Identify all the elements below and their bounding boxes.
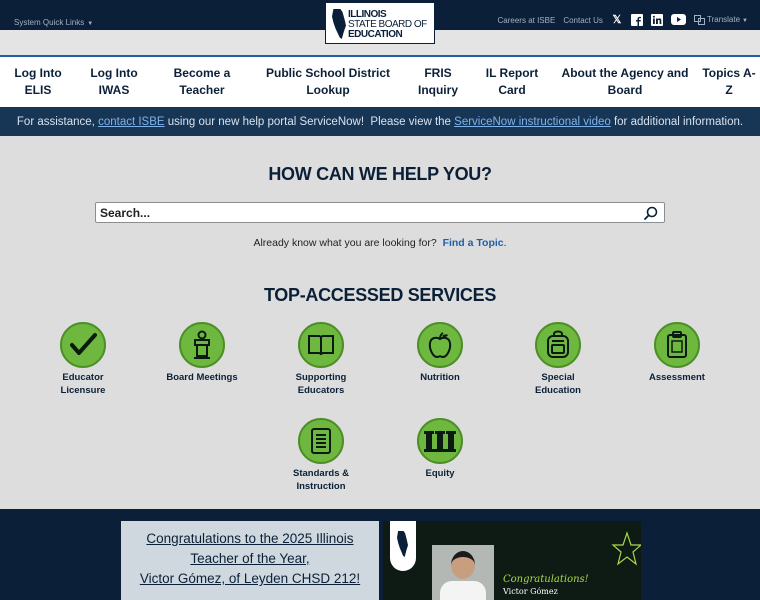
facebook-icon[interactable] — [630, 14, 643, 26]
search-input[interactable] — [100, 205, 620, 221]
apple-icon — [428, 332, 452, 359]
nav-about-the-agency-and-board[interactable]: About the Agency and Board — [560, 65, 690, 99]
nav-fris-inquiry[interactable]: FRIS Inquiry — [410, 65, 466, 99]
x-icon[interactable]: 𝕏 — [611, 14, 623, 26]
careers-link[interactable]: Careers at ISBE — [498, 16, 556, 25]
podium-speaker-icon — [194, 330, 210, 359]
illinois-state-shape-icon — [332, 9, 346, 39]
services-heading: TOP-ACCESSED SERVICES — [263, 285, 497, 305]
checkmark-icon — [70, 333, 97, 355]
backpack-icon — [547, 330, 569, 358]
system-quick-links-dropdown[interactable]: System Quick Links ▼ — [14, 18, 93, 27]
banner-teacher-name: Victor Gómez — [503, 587, 558, 596]
find-a-topic-link[interactable]: Find a Topic — [443, 237, 504, 249]
linkedin-icon[interactable] — [650, 14, 663, 26]
service-educator-licensure[interactable]: Educator Licensure — [33, 322, 133, 397]
service-assessment[interactable]: Assessment — [627, 322, 727, 384]
star-icon — [611, 531, 641, 566]
service-supporting-educators[interactable]: Supporting Educators — [271, 322, 371, 397]
service-nutrition[interactable]: Nutrition — [390, 322, 490, 384]
help-heading: HOW CAN WE HELP YOU? — [268, 164, 492, 184]
nav-topics-a-z[interactable]: Topics A- Z — [700, 65, 758, 99]
illinois-state-shape-icon — [397, 531, 408, 557]
search-icon[interactable] — [644, 206, 658, 220]
nav-become-a-teacher[interactable]: Become a Teacher — [164, 65, 240, 99]
top-utility-links: Careers at ISBE Contact Us 𝕏 Translate ▼ — [498, 14, 748, 26]
contact-us-link[interactable]: Contact Us — [563, 16, 603, 25]
open-book-icon — [308, 335, 334, 356]
translate-dropdown[interactable]: Translate ▼ — [693, 15, 748, 25]
document-list-icon — [311, 428, 331, 454]
service-special-education[interactable]: Special Education — [508, 322, 608, 397]
caret-down-icon: ▼ — [87, 21, 94, 27]
youtube-icon[interactable] — [670, 14, 686, 26]
search-box — [95, 202, 665, 223]
nav-log-into-iwas[interactable]: Log Into IWAS — [82, 65, 146, 99]
teacher-of-the-year-link[interactable]: Congratulations to the 2025 Illinois Tea… — [121, 529, 379, 589]
caret-down-icon: ▼ — [742, 18, 748, 25]
service-board-meetings[interactable]: Board Meetings — [152, 322, 252, 384]
service-standards-instruction[interactable]: Standards & Instruction — [271, 418, 371, 493]
nav-il-report-card[interactable]: IL Report Card — [480, 65, 544, 99]
nav-log-into-elis[interactable]: Log Into ELIS — [6, 65, 70, 99]
servicenow-video-link[interactable]: ServiceNow instructional video — [454, 116, 611, 128]
teacher-of-the-year-banner[interactable]: Congratulations! Victor Gómez — [383, 521, 641, 600]
contact-isbe-link[interactable]: contact ISBE — [98, 116, 164, 128]
balanced-pillars-icon — [424, 431, 456, 452]
assistance-banner: For assistance, contact ISBE using our n… — [0, 107, 760, 136]
nav-public-school-district-lookup[interactable]: Public School District Lookup — [262, 65, 394, 99]
clipboard-icon — [667, 331, 687, 358]
service-equity[interactable]: Equity — [390, 418, 490, 480]
teacher-photo — [432, 545, 494, 600]
find-topic-prompt: Already know what you are looking for? F… — [253, 237, 507, 249]
news-section — [0, 509, 760, 600]
translate-icon — [693, 15, 705, 25]
isbe-shield-logo — [390, 521, 416, 571]
banner-congratulations-text: Congratulations! — [503, 574, 589, 585]
main-navigation: Log Into ELIS Log Into IWAS Become a Teache… — [0, 55, 760, 107]
isbe-logo[interactable]: ILLINOIS STATE BOARD OF EDUCATION — [325, 3, 435, 44]
